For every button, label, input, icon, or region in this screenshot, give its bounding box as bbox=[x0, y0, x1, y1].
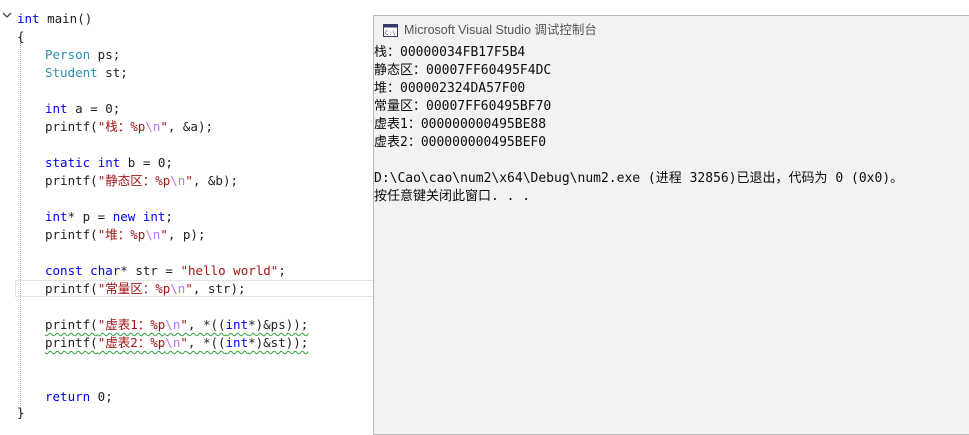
code-text: , *(( bbox=[187, 317, 226, 332]
console-line: 静态区：00007FF60495F4DC bbox=[374, 63, 552, 78]
code-text: st; bbox=[97, 65, 128, 80]
code-line-3[interactable]: Person ps; bbox=[45, 46, 120, 64]
keyword: new bbox=[112, 209, 136, 224]
function-call: printf( bbox=[45, 173, 98, 188]
string-literal: " bbox=[185, 173, 193, 188]
keyword: int bbox=[17, 11, 40, 26]
debug-console-window[interactable]: C:\ Microsoft Visual Studio 调试控制台 栈：0000… bbox=[373, 15, 969, 435]
console-line: 堆：000002324DA57F00 bbox=[374, 81, 526, 96]
console-line: 虚表2：000000000495BEF0 bbox=[374, 135, 547, 150]
function-call: printf( bbox=[45, 335, 98, 350]
string-literal: " bbox=[160, 119, 168, 134]
string-literal: "虚表2：%p bbox=[97, 335, 166, 350]
keyword: int bbox=[142, 209, 166, 224]
code-text: 0; bbox=[90, 389, 113, 404]
keyword: char bbox=[90, 263, 121, 278]
console-line: D:\Cao\cao\num2\x64\Debug\num2.exe (进程 3… bbox=[374, 171, 904, 186]
type-name: Student bbox=[45, 65, 98, 80]
code-text: ; bbox=[278, 263, 286, 278]
code-text: , p); bbox=[167, 227, 206, 242]
string-literal: "静态区：%p bbox=[97, 173, 171, 188]
code-text: main() bbox=[39, 11, 93, 26]
string-literal: "栈：%p bbox=[97, 119, 146, 134]
code-line-10[interactable]: printf("堆：%p\n", p); bbox=[45, 226, 206, 244]
keyword: const bbox=[45, 263, 83, 278]
keyword: int bbox=[45, 101, 68, 116]
keyword: int bbox=[225, 335, 249, 350]
function-call: printf( bbox=[45, 119, 98, 134]
code-line-2[interactable]: { bbox=[17, 28, 25, 46]
code-line-7[interactable]: static int b = 0; bbox=[45, 154, 173, 172]
keyword: static bbox=[45, 155, 91, 170]
string-literal: " bbox=[185, 281, 193, 296]
code-line-11[interactable]: const char* str = "hello world"; bbox=[45, 262, 286, 280]
code-text: , &b); bbox=[192, 173, 239, 188]
escape-sequence: \n bbox=[145, 227, 161, 242]
string-literal: "hello world" bbox=[180, 263, 279, 278]
string-literal: " bbox=[180, 317, 188, 332]
code-line-9[interactable]: int* p = new int; bbox=[45, 208, 173, 226]
code-text: ; bbox=[165, 209, 173, 224]
indent-guide bbox=[20, 36, 21, 416]
code-line-16[interactable]: } bbox=[17, 404, 25, 422]
svg-text:C:\: C:\ bbox=[385, 30, 396, 37]
function-call: printf( bbox=[45, 317, 98, 332]
type-name: Person bbox=[45, 47, 91, 62]
string-literal: "虚表1：%p bbox=[97, 317, 166, 332]
console-output[interactable]: 栈：00000034FB17F5B4 静态区：00007FF60495F4DC … bbox=[374, 45, 969, 434]
code-text: *)&st)); bbox=[248, 335, 309, 350]
code-text: a = 0; bbox=[67, 101, 121, 116]
console-line: 常量区：00007FF60495BF70 bbox=[374, 99, 552, 114]
code-text: *)&ps)); bbox=[248, 317, 309, 332]
code-line-15[interactable]: return 0; bbox=[45, 388, 113, 406]
code-text: b = 0; bbox=[120, 155, 173, 170]
escape-sequence: \n bbox=[170, 173, 186, 188]
console-line: 按任意键关闭此窗口. . . bbox=[374, 189, 531, 204]
code-line-1[interactable]: int main() bbox=[17, 10, 92, 28]
string-literal: "堆：%p bbox=[97, 227, 146, 242]
code-line-8[interactable]: printf("静态区：%p\n", &b); bbox=[45, 172, 238, 190]
code-line-4[interactable]: Student st; bbox=[45, 64, 128, 82]
string-literal: " bbox=[160, 227, 168, 242]
console-line: 虚表1：000000000495BE88 bbox=[374, 117, 547, 132]
keyword: int bbox=[45, 209, 68, 224]
warning-squiggle[interactable]: printf("虚表2：%p\n", *((int*)&st)); bbox=[45, 335, 308, 350]
code-line-6[interactable]: printf("栈：%p\n", &a); bbox=[45, 118, 213, 136]
code-text: , &a); bbox=[167, 119, 214, 134]
keyword: int bbox=[225, 317, 249, 332]
code-line-14[interactable]: printf("虚表2：%p\n", *((int*)&st)); bbox=[45, 334, 308, 352]
code-line-13[interactable]: printf("虚表1：%p\n", *((int*)&ps)); bbox=[45, 316, 308, 334]
code-line-12[interactable]: printf("常量区：%p\n", str); bbox=[45, 280, 246, 298]
code-line-5[interactable]: int a = 0; bbox=[45, 100, 120, 118]
chevron-down-icon[interactable] bbox=[2, 10, 12, 20]
brace: { bbox=[17, 29, 25, 44]
keyword: int bbox=[97, 155, 121, 170]
console-app-icon: C:\ bbox=[383, 24, 398, 37]
code-text: * str = bbox=[120, 263, 181, 278]
code-text: ps; bbox=[90, 47, 121, 62]
function-call: printf( bbox=[45, 227, 98, 242]
console-title: Microsoft Visual Studio 调试控制台 bbox=[404, 23, 597, 37]
function-call: printf( bbox=[45, 281, 98, 296]
code-text: , str); bbox=[192, 281, 246, 296]
escape-sequence: \n bbox=[145, 119, 161, 134]
warning-squiggle[interactable]: printf("虚表1：%p\n", *((int*)&ps)); bbox=[45, 317, 308, 332]
console-titlebar[interactable]: C:\ Microsoft Visual Studio 调试控制台 bbox=[374, 16, 969, 46]
escape-sequence: \n bbox=[165, 335, 181, 350]
code-text: , *(( bbox=[187, 335, 226, 350]
console-line: 栈：00000034FB17F5B4 bbox=[374, 45, 526, 60]
string-literal: " bbox=[180, 335, 188, 350]
brace: } bbox=[17, 405, 25, 420]
keyword: return bbox=[45, 389, 91, 404]
escape-sequence: \n bbox=[165, 317, 181, 332]
escape-sequence: \n bbox=[170, 281, 186, 296]
code-text: * p = bbox=[67, 209, 113, 224]
string-literal: "常量区：%p bbox=[97, 281, 171, 296]
